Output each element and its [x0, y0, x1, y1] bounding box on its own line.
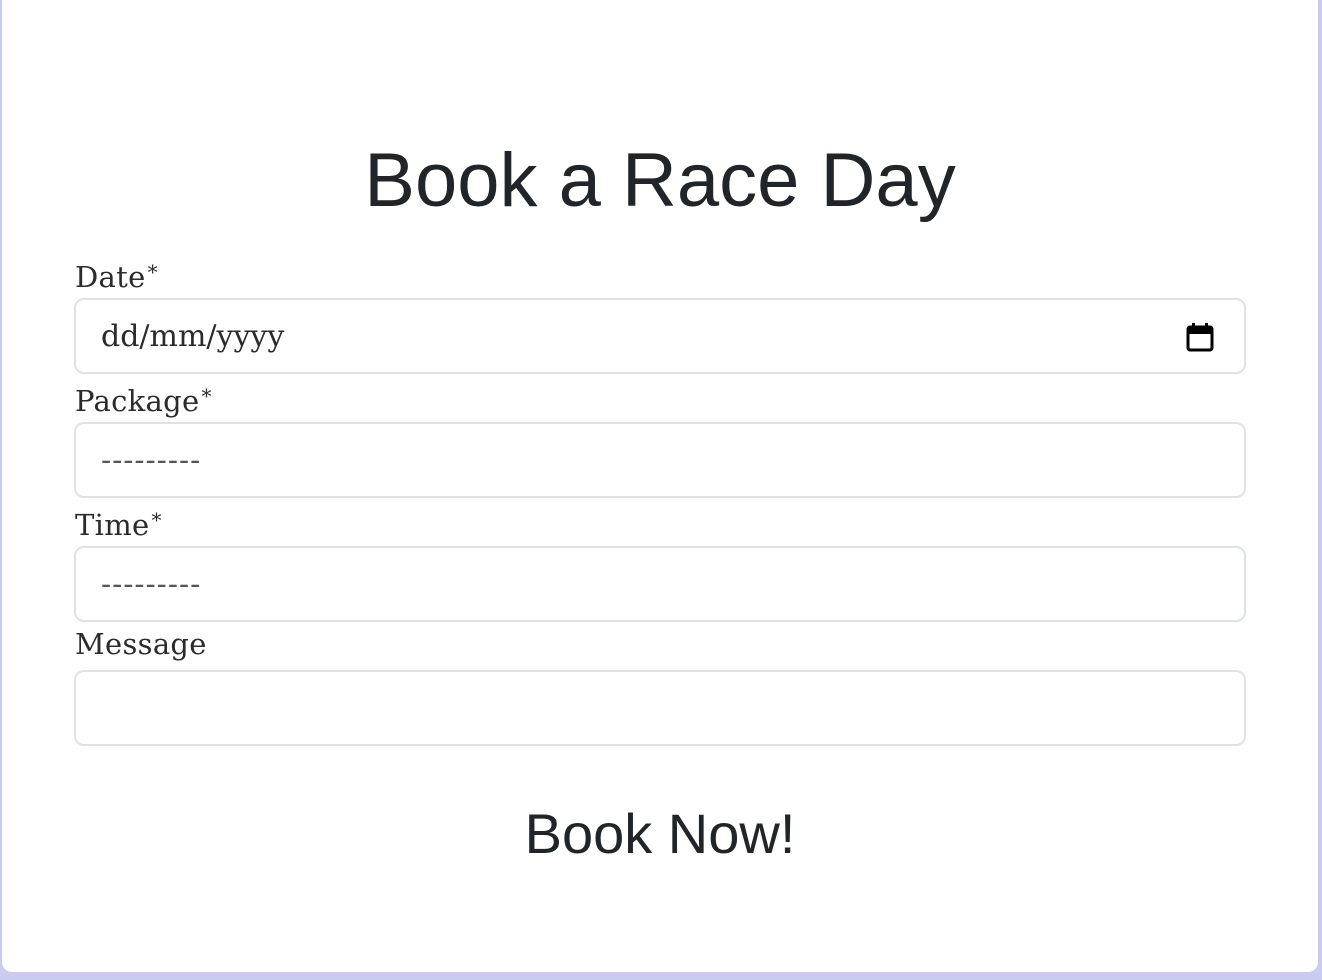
package-label-text: Package: [75, 384, 200, 418]
time-select[interactable]: ---------: [74, 546, 1246, 622]
calendar-icon[interactable]: [1186, 322, 1214, 352]
booking-card: Book a Race Day Date * dd/mm/yyyy Package…: [2, 0, 1318, 972]
required-mark: *: [147, 260, 158, 284]
time-selected-value: ---------: [101, 566, 202, 602]
page-title: Book a Race Day: [364, 138, 956, 223]
required-mark: *: [201, 384, 212, 408]
time-label-text: Time: [75, 508, 150, 542]
required-mark: *: [151, 508, 162, 532]
date-input[interactable]: dd/mm/yyyy: [74, 298, 1246, 374]
date-placeholder: dd/mm/yyyy: [101, 318, 285, 354]
time-label: Time *: [75, 502, 162, 543]
book-now-button[interactable]: Book Now!: [2, 798, 1318, 870]
date-label-text: Date: [75, 260, 146, 294]
message-label-text: Message: [75, 627, 207, 661]
message-label: Message: [75, 626, 207, 662]
date-label: Date *: [75, 254, 158, 295]
package-label: Package *: [75, 378, 212, 419]
package-selected-value: ---------: [101, 442, 202, 478]
package-select[interactable]: ---------: [74, 422, 1246, 498]
message-field[interactable]: [74, 670, 1246, 746]
